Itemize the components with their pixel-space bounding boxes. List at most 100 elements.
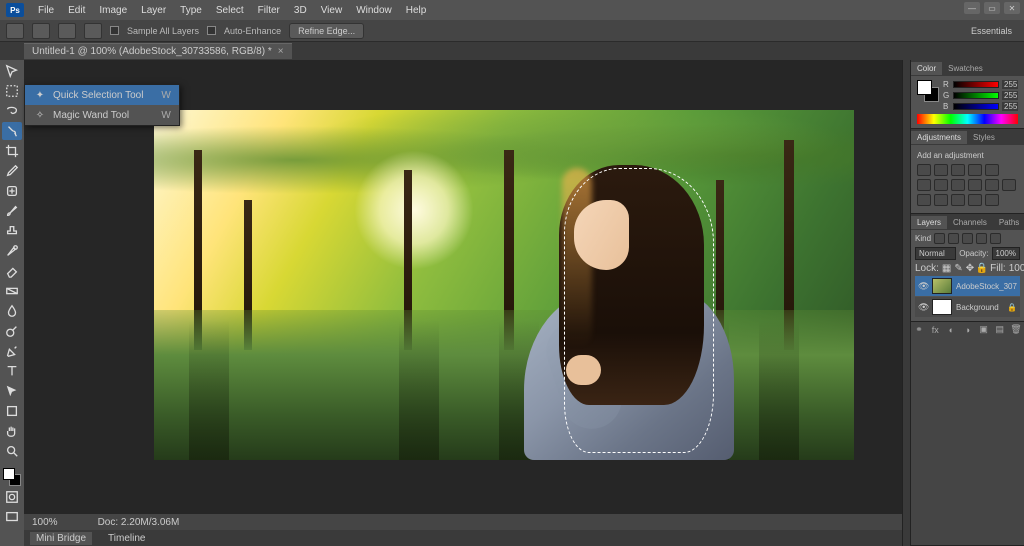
history-brush-tool[interactable] [2,242,22,260]
maximize-button[interactable]: ▭ [984,2,1000,14]
fill-input[interactable]: 100% [1009,263,1024,274]
marquee-tool[interactable] [2,82,22,100]
layer-thumbnail[interactable] [932,278,952,294]
photofilter-icon[interactable] [968,179,982,191]
lookup-icon[interactable] [1002,179,1016,191]
timeline-tab[interactable]: Timeline [102,532,151,545]
shape-tool[interactable] [2,402,22,420]
blur-tool[interactable] [2,302,22,320]
lock-pixels-icon[interactable]: ✎ [954,264,962,274]
auto-enhance-checkbox[interactable] [207,26,216,35]
filter-type-icon[interactable] [962,233,973,244]
menu-window[interactable]: Window [356,5,392,16]
new-layer-icon[interactable]: ▤ [994,324,1005,335]
mini-bridge-tab[interactable]: Mini Bridge [30,532,92,545]
crop-tool[interactable] [2,142,22,160]
b-slider[interactable] [953,103,999,110]
quick-selection-tool[interactable] [2,122,22,140]
visibility-icon[interactable]: 👁 [918,281,928,292]
channels-tab[interactable]: Channels [947,216,993,229]
levels-icon[interactable] [934,164,948,176]
threshold-icon[interactable] [951,194,965,206]
color-spectrum[interactable] [917,114,1018,124]
r-value[interactable]: 255 [1002,80,1018,89]
channelmixer-icon[interactable] [985,179,999,191]
foreground-background-swatch[interactable] [917,80,939,102]
subtract-selection-icon[interactable] [58,23,76,39]
healing-tool[interactable] [2,182,22,200]
b-value[interactable]: 255 [1002,102,1018,111]
quick-mask-icon[interactable] [2,488,22,506]
filter-pixel-icon[interactable] [934,233,945,244]
layer-item[interactable]: 👁 AdobeStock_30733586 [915,276,1020,296]
workspace-switcher[interactable]: Essentials [965,24,1018,38]
move-tool[interactable] [2,62,22,80]
lasso-tool[interactable] [2,102,22,120]
type-tool[interactable] [2,362,22,380]
opacity-input[interactable]: 100% [992,247,1020,260]
flyout-magic-wand[interactable]: ✧ Magic Wand Tool W [25,105,179,125]
layer-name[interactable]: AdobeStock_30733586 [956,282,1017,291]
adjustments-tab[interactable]: Adjustments [911,131,967,144]
brush-picker-icon[interactable] [84,23,102,39]
screen-mode-icon[interactable] [2,508,22,526]
menu-layer[interactable]: Layer [141,5,166,16]
g-value[interactable]: 255 [1002,91,1018,100]
filter-shape-icon[interactable] [976,233,987,244]
close-button[interactable]: ✕ [1004,2,1020,14]
dodge-tool[interactable] [2,322,22,340]
layer-item[interactable]: 👁 Background 🔒 [915,297,1020,317]
pen-tool[interactable] [2,342,22,360]
flyout-quick-selection[interactable]: ✦ Quick Selection Tool W [25,85,179,105]
new-group-icon[interactable]: ▣ [978,324,989,335]
swatches-tab[interactable]: Swatches [942,62,989,75]
tool-preset-icon[interactable] [6,23,24,39]
curves-icon[interactable] [951,164,965,176]
eyedropper-tool[interactable] [2,162,22,180]
delete-layer-icon[interactable]: 🗑 [1010,324,1021,335]
menu-type[interactable]: Type [180,5,202,16]
blend-mode-select[interactable]: Normal [915,247,956,260]
document-info[interactable]: Doc: 2.20M/3.06M [98,517,180,528]
lock-position-icon[interactable]: ✥ [966,264,974,274]
stamp-tool[interactable] [2,222,22,240]
hue-icon[interactable] [917,179,931,191]
eraser-tool[interactable] [2,262,22,280]
menu-image[interactable]: Image [99,5,127,16]
path-tool[interactable] [2,382,22,400]
menu-file[interactable]: File [38,5,54,16]
zoom-tool[interactable] [2,442,22,460]
filter-smart-icon[interactable] [990,233,1001,244]
visibility-icon[interactable]: 👁 [918,302,928,313]
link-layers-icon[interactable]: ⚭ [914,324,925,335]
exposure-icon[interactable] [968,164,982,176]
menu-view[interactable]: View [321,5,343,16]
vibrance-icon[interactable] [985,164,999,176]
zoom-level[interactable]: 100% [32,517,58,528]
menu-3d[interactable]: 3D [294,5,307,16]
layers-tab[interactable]: Layers [911,216,947,229]
hand-tool[interactable] [2,422,22,440]
paths-tab[interactable]: Paths [993,216,1024,229]
colorbalance-icon[interactable] [934,179,948,191]
brush-tool[interactable] [2,202,22,220]
posterize-icon[interactable] [934,194,948,206]
styles-tab[interactable]: Styles [967,131,1001,144]
gradientmap-icon[interactable] [968,194,982,206]
document-canvas[interactable] [154,110,854,460]
lock-transparency-icon[interactable]: ▦ [942,264,951,274]
canvas-area[interactable]: 100% Doc: 2.20M/3.06M Mini Bridge Timeli… [24,60,902,546]
layer-mask-icon[interactable]: ◐ [946,324,957,335]
menu-edit[interactable]: Edit [68,5,85,16]
lock-all-icon[interactable]: 🔒 [977,264,987,274]
brightness-icon[interactable] [917,164,931,176]
document-tab[interactable]: Untitled-1 @ 100% (AdobeStock_30733586, … [24,43,292,59]
refine-edge-button[interactable]: Refine Edge... [289,23,364,39]
sample-all-checkbox[interactable] [110,26,119,35]
close-tab-icon[interactable]: × [278,46,284,57]
menu-help[interactable]: Help [406,5,427,16]
panel-dock-strip[interactable] [902,60,910,546]
add-selection-icon[interactable] [32,23,50,39]
r-slider[interactable] [953,81,999,88]
filter-adj-icon[interactable] [948,233,959,244]
